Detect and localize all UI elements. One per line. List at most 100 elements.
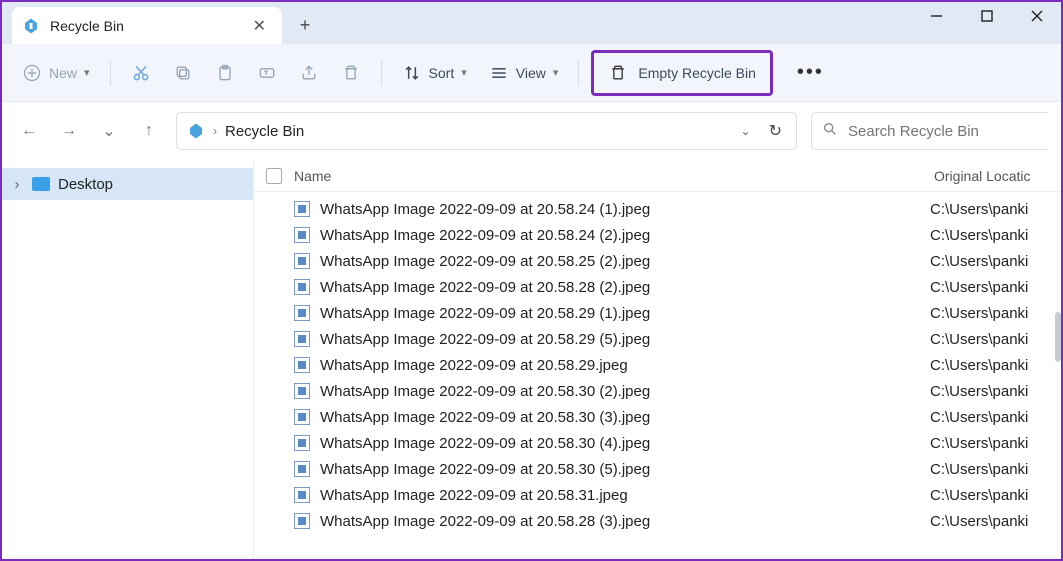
- refresh-button[interactable]: ↻: [765, 121, 786, 141]
- file-row[interactable]: WhatsApp Image 2022-09-09 at 20.58.28 (3…: [254, 508, 1061, 534]
- file-row[interactable]: WhatsApp Image 2022-09-09 at 20.58.31.jp…: [254, 482, 1061, 508]
- active-tab[interactable]: Recycle Bin ✕: [12, 7, 282, 44]
- chevron-down-icon: ▾: [553, 66, 559, 79]
- up-button[interactable]: ↑: [136, 118, 162, 144]
- file-row[interactable]: WhatsApp Image 2022-09-09 at 20.58.29 (1…: [254, 300, 1061, 326]
- file-name: WhatsApp Image 2022-09-09 at 20.58.28 (3…: [320, 513, 930, 530]
- file-row[interactable]: WhatsApp Image 2022-09-09 at 20.58.30 (5…: [254, 456, 1061, 482]
- body: › Desktop Name Original Locatic WhatsApp…: [2, 160, 1061, 559]
- file-location: C:\Users\panki: [930, 201, 1028, 218]
- image-file-icon: [294, 201, 310, 217]
- file-name: WhatsApp Image 2022-09-09 at 20.58.30 (3…: [320, 409, 930, 426]
- view-button-label: View: [516, 65, 546, 81]
- maximize-button[interactable]: [975, 4, 999, 28]
- chevron-right-icon: ›: [213, 124, 217, 138]
- rename-button[interactable]: [249, 55, 285, 91]
- image-file-icon: [294, 409, 310, 425]
- delete-button[interactable]: [333, 55, 369, 91]
- minimize-button[interactable]: [925, 4, 949, 28]
- image-file-icon: [294, 357, 310, 373]
- share-button[interactable]: [291, 55, 327, 91]
- file-row[interactable]: WhatsApp Image 2022-09-09 at 20.58.30 (4…: [254, 430, 1061, 456]
- file-name: WhatsApp Image 2022-09-09 at 20.58.24 (1…: [320, 201, 930, 218]
- forward-button[interactable]: →: [56, 118, 82, 144]
- sort-button[interactable]: Sort ▾: [394, 55, 475, 91]
- breadcrumb-text[interactable]: Recycle Bin: [225, 123, 727, 140]
- address-bar[interactable]: › Recycle Bin ⌄ ↻: [176, 112, 797, 150]
- image-file-icon: [294, 227, 310, 243]
- file-name: WhatsApp Image 2022-09-09 at 20.58.25 (2…: [320, 253, 930, 270]
- file-location: C:\Users\panki: [930, 253, 1028, 270]
- recent-locations-button[interactable]: ⌄: [96, 118, 122, 144]
- file-name: WhatsApp Image 2022-09-09 at 20.58.29 (1…: [320, 305, 930, 322]
- file-location: C:\Users\panki: [930, 409, 1028, 426]
- file-location: C:\Users\panki: [930, 487, 1028, 504]
- column-header-name[interactable]: Name: [294, 168, 934, 184]
- file-location: C:\Users\panki: [930, 461, 1028, 478]
- sidebar-item-desktop[interactable]: › Desktop: [2, 168, 253, 200]
- address-bar-row: ← → ⌄ ↑ › Recycle Bin ⌄ ↻: [2, 102, 1061, 160]
- file-row[interactable]: WhatsApp Image 2022-09-09 at 20.58.24 (1…: [254, 196, 1061, 222]
- file-row[interactable]: WhatsApp Image 2022-09-09 at 20.58.25 (2…: [254, 248, 1061, 274]
- copy-button[interactable]: [165, 55, 201, 91]
- recycle-bin-icon: [187, 122, 205, 140]
- search-input[interactable]: [848, 123, 1047, 140]
- column-headers: Name Original Locatic: [254, 160, 1061, 192]
- select-all-checkbox[interactable]: [266, 168, 282, 184]
- close-window-button[interactable]: [1025, 4, 1049, 28]
- image-file-icon: [294, 279, 310, 295]
- new-button-label: New: [49, 65, 77, 81]
- scrollbar-thumb[interactable]: [1055, 312, 1061, 362]
- file-row[interactable]: WhatsApp Image 2022-09-09 at 20.58.24 (2…: [254, 222, 1061, 248]
- view-button[interactable]: View ▾: [481, 55, 567, 91]
- file-row[interactable]: WhatsApp Image 2022-09-09 at 20.58.30 (3…: [254, 404, 1061, 430]
- file-location: C:\Users\panki: [930, 383, 1028, 400]
- back-button[interactable]: ←: [16, 118, 42, 144]
- more-options-button[interactable]: •••: [789, 55, 832, 91]
- file-location: C:\Users\panki: [930, 435, 1028, 452]
- file-row[interactable]: WhatsApp Image 2022-09-09 at 20.58.30 (2…: [254, 378, 1061, 404]
- file-name: WhatsApp Image 2022-09-09 at 20.58.28 (2…: [320, 279, 930, 296]
- separator: [578, 60, 579, 86]
- file-list: WhatsApp Image 2022-09-09 at 20.58.24 (1…: [254, 192, 1061, 534]
- file-location: C:\Users\panki: [930, 305, 1028, 322]
- navigation-pane: › Desktop: [2, 160, 254, 559]
- image-file-icon: [294, 331, 310, 347]
- image-file-icon: [294, 435, 310, 451]
- address-dropdown-button[interactable]: ⌄: [735, 124, 757, 138]
- separator: [381, 60, 382, 86]
- file-row[interactable]: WhatsApp Image 2022-09-09 at 20.58.29 (5…: [254, 326, 1061, 352]
- file-name: WhatsApp Image 2022-09-09 at 20.58.30 (4…: [320, 435, 930, 452]
- file-row[interactable]: WhatsApp Image 2022-09-09 at 20.58.29.jp…: [254, 352, 1061, 378]
- search-box[interactable]: [811, 112, 1047, 150]
- cut-button[interactable]: [123, 55, 159, 91]
- empty-recycle-bin-button[interactable]: Empty Recycle Bin: [600, 55, 763, 91]
- image-file-icon: [294, 487, 310, 503]
- new-button[interactable]: New ▾: [14, 55, 98, 91]
- recycle-bin-icon: [22, 17, 40, 35]
- file-name: WhatsApp Image 2022-09-09 at 20.58.30 (5…: [320, 461, 930, 478]
- paste-button[interactable]: [207, 55, 243, 91]
- empty-recycle-bin-label: Empty Recycle Bin: [638, 65, 755, 81]
- tab-title: Recycle Bin: [50, 18, 237, 34]
- file-location: C:\Users\panki: [930, 513, 1028, 530]
- desktop-icon: [32, 177, 50, 191]
- chevron-right-icon: ›: [10, 176, 24, 193]
- file-location: C:\Users\panki: [930, 331, 1028, 348]
- image-file-icon: [294, 305, 310, 321]
- toolbar: New ▾ Sort ▾ View ▾ Empty Recycle Bin ••…: [2, 44, 1061, 102]
- chevron-down-icon: ▾: [84, 66, 90, 79]
- file-location: C:\Users\panki: [930, 357, 1028, 374]
- new-tab-button[interactable]: +: [288, 8, 322, 42]
- empty-recycle-bin-highlight: Empty Recycle Bin: [591, 50, 772, 96]
- file-location: C:\Users\panki: [930, 279, 1028, 296]
- content-pane: Name Original Locatic WhatsApp Image 202…: [254, 160, 1061, 559]
- chevron-down-icon: ▾: [461, 66, 467, 79]
- separator: [110, 60, 111, 86]
- image-file-icon: [294, 253, 310, 269]
- close-tab-button[interactable]: ✕: [247, 14, 272, 38]
- column-header-location[interactable]: Original Locatic: [934, 168, 1031, 184]
- file-row[interactable]: WhatsApp Image 2022-09-09 at 20.58.28 (2…: [254, 274, 1061, 300]
- file-location: C:\Users\panki: [930, 227, 1028, 244]
- window-controls: [925, 4, 1059, 28]
